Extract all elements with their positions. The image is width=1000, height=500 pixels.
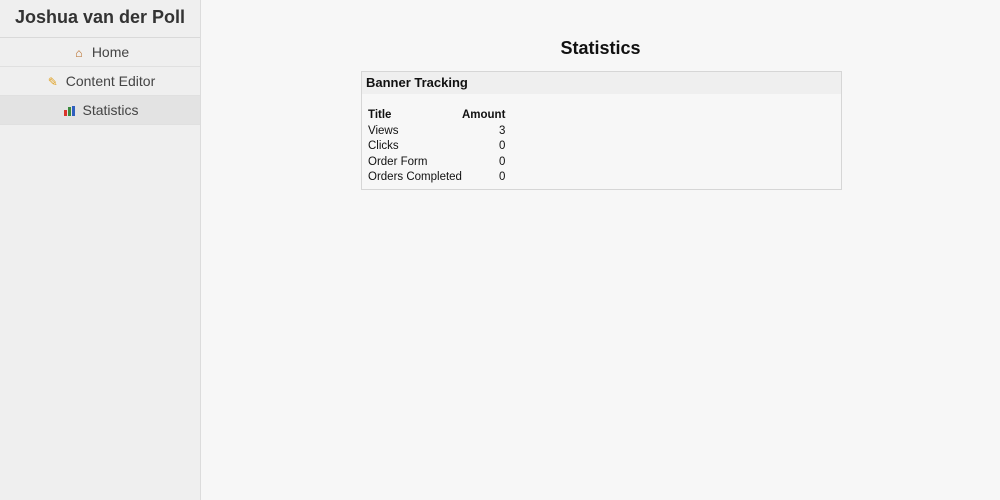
banner-tracking-panel: Banner Tracking Title Amount Views 3 Cli…	[361, 71, 842, 190]
table-row: Order Form 0	[368, 155, 505, 171]
sidebar-item-home[interactable]: ⌂ Home	[0, 38, 200, 67]
column-header-title: Title	[368, 109, 392, 122]
bar-chart-icon	[61, 97, 77, 126]
row-title: Orders Completed	[368, 171, 462, 184]
sidebar-item-label: Home	[91, 44, 130, 60]
sidebar-item-statistics[interactable]: Statistics	[0, 96, 200, 125]
site-title: Joshua van der Poll	[0, 0, 200, 38]
home-icon: ⌂	[75, 46, 83, 60]
row-title: Views	[368, 124, 399, 137]
table-row: Views 3	[368, 124, 505, 140]
sidebar: Joshua van der Poll ⌂ Home ✎ Content Edito…	[0, 0, 201, 500]
page-title: Statistics	[560, 38, 641, 58]
column-header-amount: Amount	[461, 109, 506, 122]
table-row: Clicks 0	[368, 139, 505, 155]
sidebar-item-content-editor[interactable]: ✎ Content Editor	[0, 67, 200, 96]
table-row: Orders Completed 0	[368, 170, 505, 186]
sidebar-item-label: Content Editor	[65, 73, 156, 89]
row-amount: 0	[499, 155, 506, 168]
app-window: Joshua van der Poll ⌂ Home ✎ Content Edito…	[0, 0, 1000, 500]
row-amount: 0	[499, 140, 506, 153]
stats-table: Title Amount Views 3 Clicks 0 Order Form…	[368, 108, 505, 186]
pencil-icon: ✎	[47, 75, 58, 89]
row-amount: 0	[499, 171, 506, 184]
row-title: Clicks	[368, 140, 399, 153]
sidebar-item-label: Statistics	[82, 102, 139, 118]
table-header-row: Title Amount	[368, 108, 505, 124]
row-title: Order Form	[368, 155, 428, 168]
row-amount: 3	[499, 124, 506, 137]
panel-title: Banner Tracking	[362, 72, 841, 94]
